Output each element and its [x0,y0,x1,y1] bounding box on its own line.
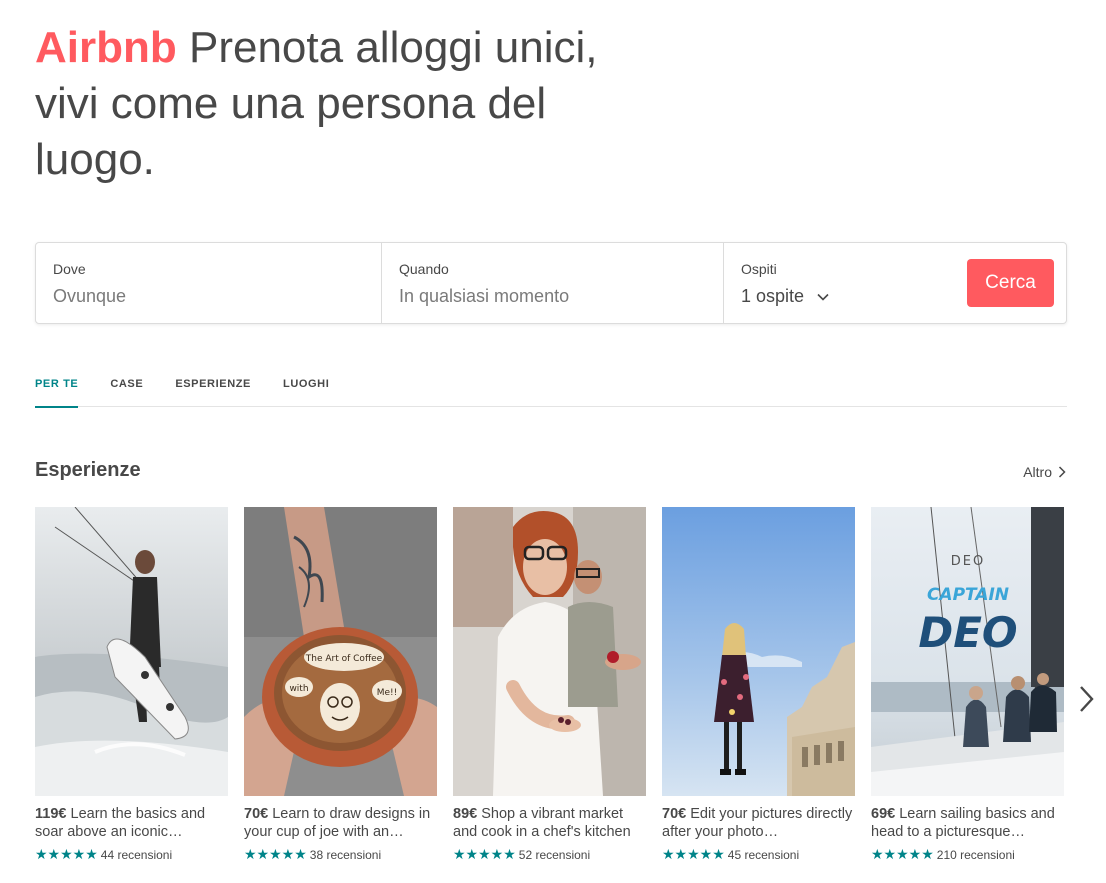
guests-value: 1 ospite [741,286,805,306]
category-tabs: PER TE CASE ESPERIENZE LUOGHI [35,376,1067,408]
experience-card[interactable]: The Art of Coffee with Me!! 70€ Learn to… [244,507,437,863]
card-reviews: 38 recensioni [309,847,382,862]
card-title: Shop a vibrant market and cook in a chef… [453,806,631,840]
card-reviews: 52 recensioni [518,847,591,862]
search-button[interactable]: Cerca [967,259,1054,307]
card-reviews: 210 recensioni [936,847,1015,862]
card-price: 119€ [35,806,67,822]
tab-per-te[interactable]: PER TE [35,376,79,408]
tab-luoghi[interactable]: LUOGHI [283,376,329,407]
star-icon: ★★★★★ [244,846,307,862]
card-price: 89€ [453,806,478,822]
deo-logo-big: DEO [918,608,1017,657]
chevron-down-icon [817,293,829,301]
guests-select[interactable]: 1 ospite [741,286,830,307]
hero-heading: Airbnb Prenota alloggi unici, vivi come … [35,20,655,188]
card-image-coffee: The Art of Coffee with Me!! [244,507,437,796]
card-description: 70€ Edit your pictures directly after yo… [662,805,855,841]
card-rating: ★★★★★ 210 recensioni [871,846,1064,863]
card-description: 119€ Learn the basics and soar above an … [35,805,228,841]
deo-logo-small: DEO [951,554,985,569]
where-field[interactable]: Dove [36,243,381,323]
when-label: Quando [399,261,449,277]
star-icon: ★★★★★ [35,846,98,862]
card-reviews: 45 recensioni [727,847,800,862]
star-icon: ★★★★★ [662,846,725,862]
star-icon: ★★★★★ [871,846,934,862]
card-rating: ★★★★★ 44 recensioni [35,846,228,863]
when-field[interactable]: Quando [381,243,723,323]
where-input[interactable] [53,286,364,307]
experience-card[interactable]: 89€ Shop a vibrant market and cook in a … [453,507,646,863]
card-description: 89€ Shop a vibrant market and cook in a … [453,805,646,841]
guests-field[interactable]: Ospiti 1 ospite Cerca [723,243,1066,323]
card-image-photo [662,507,855,796]
coffee-art-me: Me!! [377,688,398,698]
card-price: 70€ [244,806,269,822]
card-rating: ★★★★★ 45 recensioni [662,846,855,863]
experience-card[interactable]: 70€ Edit your pictures directly after yo… [662,507,855,863]
chevron-right-icon [1058,466,1066,478]
card-title: Learn sailing basics and head to a pictu… [871,806,1055,840]
tab-esperienze[interactable]: ESPERIENZE [175,376,251,407]
card-reviews: 44 recensioni [100,847,173,862]
where-label: Dove [53,261,86,277]
star-icon: ★★★★★ [453,846,516,862]
card-rating: ★★★★★ 52 recensioni [453,846,646,863]
coffee-art-text: The Art of Coffee [305,654,383,664]
card-price: 70€ [662,806,687,822]
tab-case[interactable]: CASE [110,376,143,407]
search-bar: Dove Quando Ospiti 1 ospite Cerca [35,242,1067,324]
section-title: Esperienze [35,459,141,481]
experience-card[interactable]: DEO CAPTAIN DEO 69€ Learn sailing basics… [871,507,1064,863]
more-label: Altro [1023,464,1052,480]
card-description: 70€ Learn to draw designs in your cup of… [244,805,437,841]
coffee-art-with: with [289,684,308,694]
brand-name: Airbnb [35,23,177,72]
card-image-market [453,507,646,796]
experience-card[interactable]: 119€ Learn the basics and soar above an … [35,507,228,863]
card-image-kitesurf [35,507,228,796]
chevron-right-icon[interactable] [1076,684,1098,714]
experience-carousel: 119€ Learn the basics and soar above an … [35,507,1064,863]
card-title: Learn to draw designs in your cup of joe… [244,806,431,840]
card-price: 69€ [871,806,896,822]
deo-logo-captain: CAPTAIN [927,585,1009,605]
card-description: 69€ Learn sailing basics and head to a p… [871,805,1064,841]
when-input[interactable] [399,286,706,307]
card-title: Edit your pictures directly after your p… [662,806,853,840]
card-rating: ★★★★★ 38 recensioni [244,846,437,863]
card-image-sailing: DEO CAPTAIN DEO [871,507,1064,796]
more-link[interactable]: Altro [1023,464,1066,480]
